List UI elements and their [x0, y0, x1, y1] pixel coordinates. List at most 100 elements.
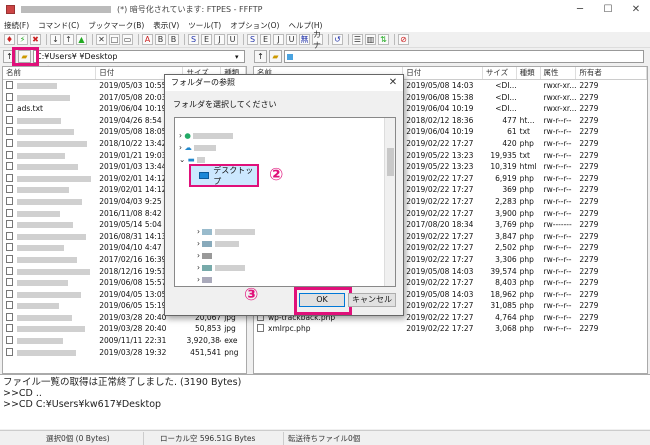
col-remote-owner[interactable]: 所有者 — [576, 67, 647, 79]
maximize-icon[interactable]: ☐ — [594, 0, 622, 18]
tree-item-desktop[interactable]: デスクトップ — [189, 164, 259, 187]
disconnect-icon[interactable]: ✖ — [30, 34, 41, 45]
tree-node[interactable]: › — [197, 274, 213, 285]
chevron-down-icon[interactable]: ▾ — [235, 53, 239, 61]
remote-file-type: html — [519, 162, 537, 172]
auto-mode-icon[interactable]: B — [155, 34, 166, 45]
jis-icon[interactable]: J — [214, 34, 225, 45]
file-size: 50,853 — [194, 324, 222, 334]
tree-node[interactable]: › — [197, 238, 239, 249]
euc-icon[interactable]: E — [201, 34, 212, 45]
binary-mode-icon[interactable]: A — [142, 34, 153, 45]
remote-utf8-icon[interactable]: U — [286, 34, 297, 45]
rename-icon[interactable]: □ — [109, 34, 120, 45]
cancel-button[interactable]: キャンセル — [348, 293, 396, 307]
file-name — [3, 138, 96, 150]
utf8-icon[interactable]: U — [227, 34, 238, 45]
desktop-label: デスクトップ — [213, 165, 254, 186]
desktop-icon — [199, 172, 210, 179]
quick-connect-icon[interactable]: ⚡ — [17, 34, 28, 45]
connect-icon[interactable]: ♦ — [4, 34, 15, 45]
remote-file-size: 18,962 — [490, 289, 517, 299]
remote-folder-icon[interactable]: ▰ — [269, 50, 282, 63]
remote-file-date: 2019/02/22 17:27 — [406, 324, 474, 334]
remote-file-attr: rw-r--r-- — [543, 115, 572, 125]
refresh-icon[interactable]: ↺ — [332, 34, 343, 45]
minimize-icon[interactable]: ─ — [566, 0, 594, 18]
local-path-bar: ↑ ▰ C:¥Users¥ ¥Desktop ▾ — [3, 49, 246, 64]
file-icon — [6, 254, 13, 263]
download-icon[interactable]: ↓ — [50, 34, 61, 45]
col-remote-attr[interactable]: 属性 — [541, 67, 577, 79]
close-icon[interactable]: ✕ — [622, 0, 650, 18]
tree-node[interactable]: › — [197, 262, 245, 273]
file-name — [3, 323, 96, 335]
col-name[interactable]: 名前 — [3, 67, 97, 79]
remote-file-type: ht... — [519, 115, 535, 125]
col-remote-size[interactable]: サイズ — [483, 67, 517, 79]
col-remote-type[interactable]: 種類 — [517, 67, 541, 79]
remote-file-date: 2019/05/08 14:03 — [406, 289, 474, 299]
remote-file-owner: 2279 — [579, 324, 599, 334]
file-name — [3, 219, 96, 231]
remote-jis-icon[interactable]: J — [273, 34, 284, 45]
menu-tools[interactable]: ツール(T) — [188, 20, 221, 31]
dialog-close-icon[interactable]: ✕ — [383, 75, 403, 91]
mirror-icon[interactable]: ▲ — [76, 34, 87, 45]
tree-node[interactable]: › — [197, 250, 213, 261]
status-selection: 選択0個 (0 Bytes) — [0, 431, 144, 445]
menu-view[interactable]: 表示(V) — [153, 20, 179, 31]
ok-button[interactable]: OK — [299, 293, 345, 307]
stop-icon[interactable]: ⊘ — [398, 34, 409, 45]
remote-file-name: xmlrpc.php — [254, 323, 403, 335]
tree-node[interactable]: › ● — [179, 130, 234, 141]
tree-node[interactable]: › ☁ — [179, 142, 217, 153]
file-type: exe — [224, 336, 238, 346]
folder-browse-dialog: フォルダーの参照 ✕ フォルダを選択してください › ● › ☁ ⌄ ▬ › ›… — [164, 74, 404, 316]
remote-sjis-icon[interactable]: S — [247, 34, 258, 45]
remote-file-size: 477 — [502, 115, 517, 125]
remote-file-attr: rwxr-xr... — [543, 104, 577, 114]
remote-file-size: 6,919 — [495, 173, 517, 183]
local-path-input[interactable]: C:¥Users¥ ¥Desktop — [33, 50, 245, 63]
menu-options[interactable]: オプション(O) — [230, 20, 279, 31]
file-name: ads.txt — [3, 103, 96, 115]
sjis-icon[interactable]: S — [188, 34, 199, 45]
no-convert-icon[interactable]: 無 — [299, 34, 310, 45]
remote-up-icon[interactable]: ↑ — [254, 50, 267, 63]
remote-file-date: 2019/02/22 17:27 — [406, 185, 474, 195]
table-row[interactable]: xmlrpc.php 2019/02/22 17:27 3,068 php rw-r--… — [254, 323, 647, 335]
table-row[interactable]: 2009/11/11 22:31 3,920,384 exe — [3, 335, 246, 347]
file-icon — [6, 162, 13, 171]
detail-view-icon[interactable]: ▥ — [365, 34, 376, 45]
menu-bookmark[interactable]: ブックマーク(B) — [88, 20, 144, 31]
tree-scrollbar[interactable] — [384, 118, 395, 286]
dialog-prompt: フォルダを選択してください — [173, 100, 277, 109]
col-remote-date[interactable]: 日付 — [403, 67, 483, 79]
sync-icon[interactable]: ⇅ — [378, 34, 389, 45]
menu-bar: 接続(F) コマンド(C) ブックマーク(B) 表示(V) ツール(T) オプシ… — [0, 18, 650, 32]
file-icon — [6, 347, 13, 356]
text-mode-icon[interactable]: B — [168, 34, 179, 45]
tree-node[interactable]: › — [197, 226, 255, 237]
file-icon — [6, 115, 13, 124]
remote-file-date: 2019/02/22 17:27 — [406, 278, 474, 288]
kana-icon[interactable]: カナ — [312, 30, 323, 50]
upload-icon[interactable]: ↑ — [63, 34, 74, 45]
table-row[interactable]: 2019/03/28 19:32 451,541 png — [3, 347, 246, 359]
remote-file-size: 4,764 — [495, 312, 517, 322]
delete-icon[interactable]: ✕ — [96, 34, 107, 45]
remote-file-attr: rw-r--r-- — [543, 289, 572, 299]
list-view-icon[interactable]: ☰ — [352, 34, 363, 45]
remote-path-input[interactable] — [284, 50, 644, 63]
table-row[interactable]: 2019/03/28 20:40 50,853 jpg — [3, 323, 246, 335]
remote-euc-icon[interactable]: E — [260, 34, 271, 45]
mkdir-icon[interactable]: ▭ — [122, 34, 133, 45]
folder-tree[interactable]: › ● › ☁ ⌄ ▬ › › › › › — [174, 117, 396, 287]
menu-command[interactable]: コマンド(C) — [38, 20, 79, 31]
menu-connect[interactable]: 接続(F) — [4, 20, 29, 31]
status-free-space: ローカル空 596.51G Bytes — [144, 431, 284, 445]
file-name — [3, 173, 96, 185]
file-icon — [6, 196, 13, 205]
remote-file-date: 2019/05/22 13:23 — [406, 162, 474, 172]
